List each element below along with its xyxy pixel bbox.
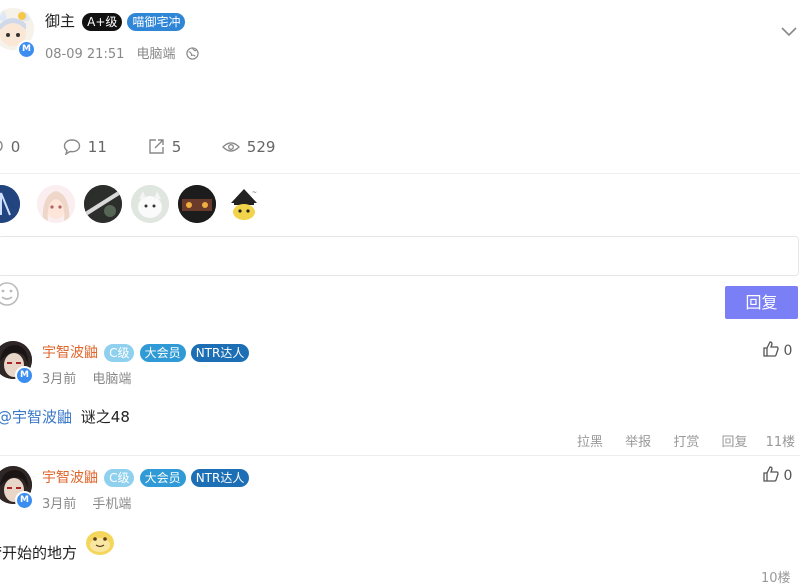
tip-button[interactable]: 打赏	[673, 435, 699, 450]
floor-number: 11楼	[765, 435, 796, 450]
comment-time: 3月前	[42, 497, 77, 512]
reply-input[interactable]	[0, 236, 799, 276]
liker-avatar[interactable]: ~	[225, 185, 263, 223]
mention-link[interactable]: @宇智波鼬	[0, 408, 72, 426]
comment-count: 11	[87, 138, 107, 156]
comment-text: 谜之48	[80, 408, 130, 426]
reply-button[interactable]: 回复	[721, 435, 747, 450]
comment-like-count: 0	[783, 343, 793, 359]
comment-like-button[interactable]: 0	[763, 341, 792, 361]
level-badge: A+级	[82, 12, 123, 31]
share-button[interactable]: 5	[148, 138, 181, 156]
comment-like-count: 0	[783, 468, 793, 484]
view-count: 529	[246, 138, 276, 156]
like-count: 0	[10, 138, 21, 156]
view-stat: 529	[222, 138, 275, 156]
svg-text:~: ~	[252, 189, 257, 196]
vip-badge: 大会员	[139, 468, 186, 487]
liker-avatar[interactable]	[178, 185, 216, 223]
avatar-member-badge: M	[15, 491, 34, 510]
comment-text: 梦开始的地方	[0, 544, 78, 562]
ntr-badge: NTR达人	[190, 468, 250, 487]
comment-icon	[63, 138, 81, 159]
comment-client: 电脑端	[92, 372, 132, 387]
emoji-icon[interactable]	[0, 280, 22, 312]
comment-button[interactable]: 11	[63, 138, 107, 156]
emoji-sticker	[84, 527, 116, 561]
globe-icon	[185, 47, 199, 64]
vip-badge: 大会员	[139, 343, 186, 362]
thumbs-up-icon	[763, 466, 779, 486]
reply-submit-button[interactable]: 回复	[725, 286, 798, 319]
post-author-name[interactable]: 御主	[45, 12, 75, 30]
liker-avatar[interactable]	[37, 185, 75, 223]
comment-author-name[interactable]: 宇智波鼬	[42, 345, 98, 361]
like-icon	[0, 138, 6, 158]
report-button[interactable]: 举报	[625, 435, 651, 450]
share-icon	[148, 138, 165, 159]
post-time: 08-09 21:51	[45, 47, 125, 62]
post-client: 电脑端	[136, 47, 176, 62]
comment-like-button[interactable]: 0	[763, 466, 792, 486]
avatar-member-badge: M	[15, 366, 34, 385]
thumbs-up-icon	[763, 341, 779, 361]
block-button[interactable]: 拉黑	[577, 435, 603, 450]
liker-avatar[interactable]	[84, 185, 122, 223]
share-count: 5	[171, 138, 182, 156]
c-level-badge: C级	[104, 343, 135, 362]
liker-avatar[interactable]	[0, 185, 20, 223]
view-icon	[222, 139, 240, 157]
ntr-badge: NTR达人	[190, 343, 250, 362]
comment-time: 3月前	[42, 372, 77, 387]
title-badge: 喵御宅冲	[127, 12, 186, 31]
avatar-member-badge: M	[17, 40, 36, 59]
floor-number: 10楼	[761, 571, 791, 586]
liker-avatar[interactable]	[131, 185, 169, 223]
comment-author-name[interactable]: 宇智波鼬	[42, 470, 98, 486]
like-button[interactable]: 0	[0, 138, 20, 156]
comment-client: 手机端	[92, 497, 132, 512]
chevron-down-icon[interactable]	[780, 22, 798, 41]
c-level-badge: C级	[104, 468, 135, 487]
